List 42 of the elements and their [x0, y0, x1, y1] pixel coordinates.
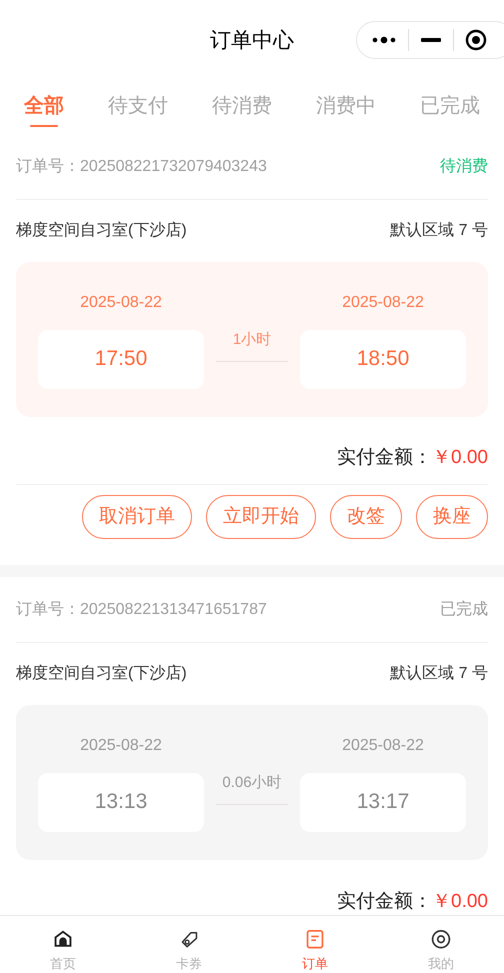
- seat-label: 默认区域 7 号: [390, 220, 488, 241]
- nav-tab[interactable]: 订单: [252, 916, 378, 973]
- filter-tab[interactable]: 待支付: [108, 78, 168, 134]
- order-number: 订单号：202508221313471651787: [16, 600, 267, 620]
- date-label: 2025-08-22: [80, 292, 162, 312]
- store-name: 梯度空间自习室(下沙店): [16, 220, 187, 241]
- amount-value: ￥0.00: [432, 446, 488, 470]
- time-value: 13:13: [38, 772, 204, 832]
- filter-tab[interactable]: 已完成: [420, 78, 480, 134]
- nav-tab[interactable]: 首页: [0, 916, 126, 973]
- close-icon[interactable]: [465, 29, 487, 51]
- amount-value: ￥0.00: [432, 890, 488, 914]
- seat-label: 默认区域 7 号: [390, 664, 488, 684]
- date-label: 2025-08-22: [80, 736, 162, 756]
- page-title: 订单中心: [210, 28, 294, 54]
- document-icon: [304, 929, 326, 950]
- filter-tab[interactable]: 待消费: [212, 78, 272, 134]
- more-icon[interactable]: [372, 36, 396, 44]
- amount-label: 实付金额：: [337, 890, 432, 914]
- time-value: 18:50: [300, 330, 466, 388]
- order-number: 订单号：202508221732079403243: [16, 156, 267, 176]
- order-action-button[interactable]: 换座: [416, 495, 488, 539]
- filter-tab[interactable]: 消费中: [316, 78, 376, 134]
- nav-tab[interactable]: 卡券: [126, 916, 252, 973]
- filter-tab[interactable]: 全部: [24, 78, 64, 134]
- order-action-button[interactable]: 改签: [330, 495, 402, 539]
- time-value: 13:17: [300, 772, 466, 832]
- date-label: 2025-08-22: [342, 736, 424, 756]
- store-name: 梯度空间自习室(下沙店): [16, 664, 187, 684]
- order-action-button[interactable]: 取消订单: [82, 495, 192, 539]
- order-status: 待消费: [440, 156, 488, 176]
- home-icon: [52, 929, 74, 950]
- duration-label: 0.06小时: [222, 772, 282, 793]
- nav-tab[interactable]: 我的: [378, 916, 504, 973]
- tab-underline: [30, 125, 58, 127]
- target-icon: [430, 929, 452, 950]
- duration-label: 1小时: [232, 330, 272, 350]
- amount-label: 实付金额：: [337, 446, 432, 470]
- order-action-button[interactable]: 立即开始: [206, 495, 316, 539]
- date-label: 2025-08-22: [342, 292, 424, 312]
- time-value: 17:50: [38, 330, 204, 388]
- order-status: 已完成: [440, 600, 488, 620]
